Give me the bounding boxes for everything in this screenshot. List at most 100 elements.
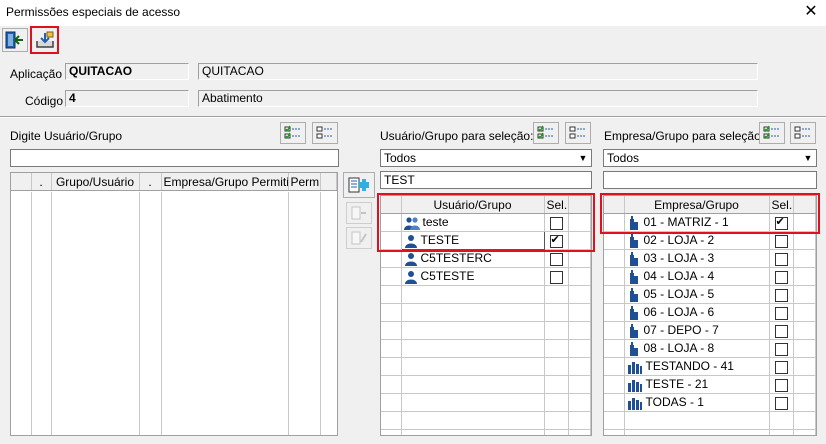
companies-grid-col-name[interactable]: Empresa/Grupo bbox=[624, 196, 770, 214]
companies-row[interactable]: 01 - MATRIZ - 1 bbox=[604, 213, 816, 232]
companies-grid-filler-header bbox=[793, 196, 816, 214]
users-row-name[interactable]: TESTE bbox=[400, 231, 545, 250]
left-search-input[interactable] bbox=[10, 149, 339, 167]
users-row-sel[interactable] bbox=[544, 249, 569, 268]
select-checkbox[interactable] bbox=[774, 215, 788, 230]
remove-permission-button[interactable] bbox=[346, 202, 372, 224]
companies-grid-col-sel[interactable]: Sel. bbox=[769, 196, 794, 214]
users-row-label: TESTE bbox=[420, 233, 460, 248]
users-filter-select[interactable]: Todos ▼ bbox=[380, 149, 592, 167]
companies-row-sel[interactable] bbox=[769, 357, 794, 376]
companies-row-sel[interactable] bbox=[769, 339, 794, 358]
select-checkbox[interactable] bbox=[549, 216, 563, 230]
add-permission-button[interactable] bbox=[343, 172, 375, 198]
users-search-input[interactable]: TEST bbox=[380, 171, 592, 189]
row-indicator bbox=[381, 213, 402, 232]
companies-row-sel[interactable] bbox=[769, 303, 794, 322]
codigo-field: 4 bbox=[65, 90, 189, 107]
left-check-all-button[interactable] bbox=[280, 122, 306, 144]
companies-row-name[interactable]: 08 - LOJA - 8 bbox=[624, 339, 770, 358]
users-row-sel[interactable] bbox=[544, 213, 569, 232]
companies-filter-select[interactable]: Todos ▼ bbox=[603, 149, 817, 167]
companies-row[interactable]: 08 - LOJA - 8 bbox=[604, 339, 816, 358]
select-checkbox[interactable] bbox=[549, 252, 563, 266]
companies-row-name[interactable]: TESTANDO - 41 bbox=[624, 357, 770, 376]
users-grid-col-name[interactable]: Usuário/Grupo bbox=[401, 196, 545, 214]
companies-row-name[interactable]: 01 - MATRIZ - 1 bbox=[624, 213, 770, 232]
companies-row[interactable]: 05 - LOJA - 5 bbox=[604, 285, 816, 304]
users-check-all-button[interactable] bbox=[533, 122, 559, 144]
companies-row-name[interactable]: 06 - LOJA - 6 bbox=[624, 303, 770, 322]
left-uncheck-all-button[interactable] bbox=[312, 122, 338, 144]
left-grid-col-perm[interactable]: Perm. bbox=[288, 173, 321, 191]
users-row-name[interactable]: teste bbox=[401, 213, 545, 232]
companies-row[interactable]: TESTANDO - 41 bbox=[604, 357, 816, 376]
building-icon bbox=[629, 323, 638, 338]
companies-row-sel[interactable] bbox=[769, 375, 794, 394]
users-row-name[interactable]: C5TESTE bbox=[401, 267, 545, 286]
select-checkbox[interactable] bbox=[774, 342, 788, 356]
left-grid-col-company[interactable]: Empresa/Grupo Permitido bbox=[161, 173, 289, 191]
select-checkbox[interactable] bbox=[774, 234, 788, 248]
users-uncheck-all-button[interactable] bbox=[565, 122, 591, 144]
users-row[interactable]: C5TESTE bbox=[381, 267, 591, 286]
select-checkbox[interactable] bbox=[549, 270, 563, 284]
row-filler bbox=[793, 375, 816, 394]
left-grid-col-group-user[interactable]: Grupo/Usuário bbox=[51, 173, 140, 191]
select-checkbox[interactable] bbox=[774, 252, 788, 266]
companies-row[interactable]: TESTE - 21 bbox=[604, 375, 816, 394]
row-indicator bbox=[604, 321, 625, 340]
users-grid[interactable]: Usuário/Grupo Sel. teste TESTE C5TESTERC C5… bbox=[380, 195, 592, 436]
companies-row-name[interactable]: 05 - LOJA - 5 bbox=[624, 285, 770, 304]
exit-button[interactable] bbox=[2, 28, 28, 52]
companies-check-all-button[interactable] bbox=[759, 122, 785, 144]
companies-row-sel[interactable] bbox=[769, 267, 794, 286]
companies-row-sel[interactable] bbox=[769, 321, 794, 340]
companies-row-sel[interactable] bbox=[769, 393, 794, 412]
companies-row[interactable]: 03 - LOJA - 3 bbox=[604, 249, 816, 268]
add-to-list-icon bbox=[348, 177, 369, 193]
select-checkbox[interactable] bbox=[774, 360, 788, 374]
companies-grid[interactable]: Empresa/Grupo Sel. 01 - MATRIZ - 1 02 - L… bbox=[603, 195, 817, 436]
companies-row-sel[interactable] bbox=[769, 231, 794, 250]
save-button[interactable] bbox=[30, 26, 59, 54]
companies-row-name[interactable]: TODAS - 1 bbox=[624, 393, 770, 412]
companies-row-name[interactable]: 02 - LOJA - 2 bbox=[624, 231, 770, 250]
select-checkbox[interactable] bbox=[774, 288, 788, 302]
users-row-sel[interactable] bbox=[544, 267, 569, 286]
left-permissions-grid[interactable]: . Grupo/Usuário . Empresa/Grupo Permitid… bbox=[10, 172, 338, 436]
companies-row-sel[interactable] bbox=[769, 249, 794, 268]
companies-row[interactable]: 02 - LOJA - 2 bbox=[604, 231, 816, 250]
users-row-sel[interactable] bbox=[544, 231, 569, 250]
companies-row-name[interactable]: 04 - LOJA - 4 bbox=[624, 267, 770, 286]
companies-row-sel[interactable] bbox=[769, 213, 794, 232]
companies-row-label: 01 - MATRIZ - 1 bbox=[643, 215, 729, 230]
users-empty-row bbox=[381, 393, 591, 412]
select-checkbox[interactable] bbox=[774, 306, 788, 320]
companies-grid-indicator-header bbox=[604, 196, 625, 214]
aplicacao-code-field: QUITACAO bbox=[65, 63, 189, 80]
select-checkbox[interactable] bbox=[549, 233, 563, 248]
companies-row-name[interactable]: 03 - LOJA - 3 bbox=[624, 249, 770, 268]
building-icon bbox=[629, 215, 638, 230]
users-row[interactable]: C5TESTERC bbox=[381, 249, 591, 268]
users-row-name[interactable]: C5TESTERC bbox=[401, 249, 545, 268]
users-row[interactable]: TESTE bbox=[381, 231, 591, 250]
users-row[interactable]: teste bbox=[381, 213, 591, 232]
companies-row[interactable]: 07 - DEPO - 7 bbox=[604, 321, 816, 340]
users-grid-col-sel[interactable]: Sel. bbox=[544, 196, 569, 214]
select-checkbox[interactable] bbox=[774, 270, 788, 284]
companies-uncheck-all-button[interactable] bbox=[790, 122, 816, 144]
select-checkbox[interactable] bbox=[774, 378, 788, 392]
close-button[interactable]: ✕ bbox=[800, 2, 822, 22]
companies-row-name[interactable]: TESTE - 21 bbox=[624, 375, 770, 394]
select-checkbox[interactable] bbox=[774, 324, 788, 338]
companies-row-name[interactable]: 07 - DEPO - 7 bbox=[624, 321, 770, 340]
companies-search-input[interactable] bbox=[603, 171, 817, 189]
companies-row[interactable]: 06 - LOJA - 6 bbox=[604, 303, 816, 322]
remove-all-button[interactable] bbox=[346, 227, 372, 249]
select-checkbox[interactable] bbox=[774, 396, 788, 410]
companies-row[interactable]: 04 - LOJA - 4 bbox=[604, 267, 816, 286]
companies-row-sel[interactable] bbox=[769, 285, 794, 304]
companies-row[interactable]: TODAS - 1 bbox=[604, 393, 816, 412]
